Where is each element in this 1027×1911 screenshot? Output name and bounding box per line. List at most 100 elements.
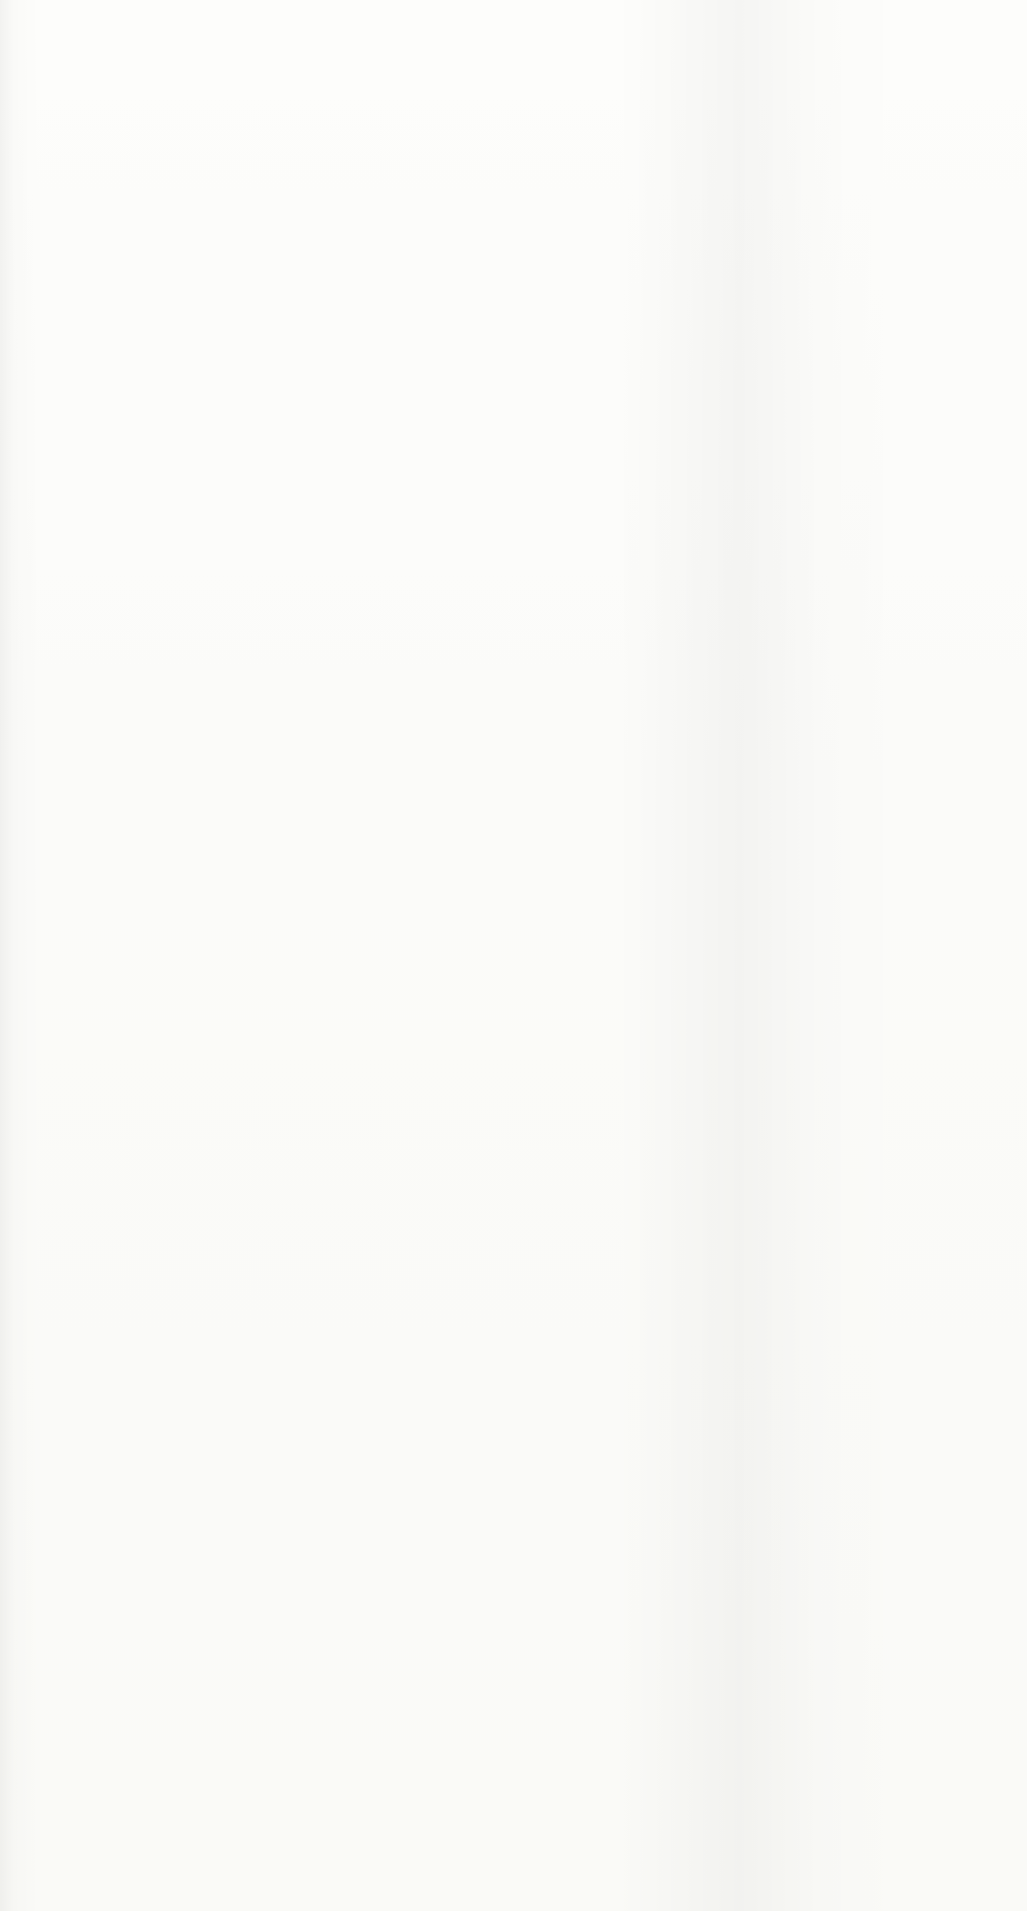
notes-block: Under Voltage Battery Protection: When t… <box>6 228 1020 354</box>
wire-label: Blue <box>550 870 577 885</box>
connector-row: Key or Power Switch Blue & Red Disconnect… <box>7 846 1019 994</box>
wire-label: Orange <box>510 1182 559 1198</box>
title-underline <box>6 46 1020 49</box>
connector-row: Motor Connector Yellow = Positive Blue = N… <box>7 511 1019 671</box>
wire-label: Black <box>562 1047 599 1063</box>
wire-label: Green <box>494 765 539 783</box>
connector-title: Throttle Connector <box>160 689 332 710</box>
spec-label: Conversion Efficiency <box>288 188 488 210</box>
connector-description: Key or Power Switch Blue & Red Disconnect… <box>7 846 486 993</box>
connector-title: Reverse Switch Connector <box>125 1172 367 1193</box>
connector-row: Throttle Connector Requires 3-Wire Standa… <box>7 671 1019 846</box>
wire-label: Gray <box>566 1073 599 1089</box>
mating-connector-item: Mating Connector Item # CNX-50 <box>109 478 383 499</box>
spec-row-divider <box>7 182 1019 183</box>
connector-detail-line: Orange & Blue Connected = Motor Reverse <box>66 1197 426 1218</box>
specifications-table: Speed Controller Wiring Rated Voltage 36 … <box>6 6 1020 282</box>
wire-label: Red <box>509 696 539 714</box>
connector-diagram: Orange Blue To Reverse Switch <box>510 1160 909 1271</box>
mating-connector-item: Mating Connector Item # CNX-51 <box>109 961 383 982</box>
connector-detail-line: Black & Gray Connected = Medium Speed <box>71 1062 421 1083</box>
destination-label: Motor <box>877 565 915 581</box>
braking-heading: Motor Cut-Off During Braking: <box>14 308 280 330</box>
spec-row: Rated Voltage 36 Volts <box>7 51 1019 84</box>
spec-value: 36 Volts <box>505 56 577 78</box>
connector-detail-line: Requires 3-Wire Standard Throttle <box>105 714 387 735</box>
connector-title: Brake Switch Connector <box>136 1332 356 1353</box>
connection-requirement-caption: ~Optional Connection <box>663 1285 842 1306</box>
wire-label: Yellow <box>519 1380 561 1396</box>
wire-label: Black <box>502 413 541 430</box>
diagram-area: Black Yellow To Brake Lever Switch <box>486 1314 1019 1444</box>
destination-label: Pack <box>895 419 930 436</box>
connector-table: *Power Connector Red = Positive Black = Ne… <box>6 340 1020 1744</box>
destination-label: To <box>895 373 912 390</box>
diagram-area: Blue Red To Key or Power Switch <box>486 846 1019 965</box>
spec-row: Rated For Chargers Up To 3 Amps <box>7 150 1019 183</box>
connector-detail-line: Blue & Red Disconnected = Power Off <box>89 889 403 910</box>
connection-requirement-caption: Optional Connection <box>668 1125 837 1146</box>
connector-detail-line: Green = 1-4 Volts Output <box>143 789 349 810</box>
connector-title: Motor Connector <box>169 529 323 550</box>
mating-connector-item: Mating Connector Item # CNX-51 <box>109 1281 383 1302</box>
spec-value: 95% <box>505 188 544 210</box>
spec-value: Up To 3 Amps <box>505 155 631 177</box>
connection-requirement-caption: Required Connection <box>665 642 840 663</box>
connection-requirement-caption: Required Connection <box>665 817 840 838</box>
wire-label: Blue <box>529 1221 559 1237</box>
connector-diagram: Black Yellow To Brake Lever Switch <box>519 1320 911 1431</box>
connector-description: Throttle Connector Requires 3-Wire Standa… <box>7 671 486 845</box>
connector-title: Key or Power Switch <box>152 864 340 885</box>
connector-diagram: Red Black To Battery Pack <box>502 351 946 445</box>
spec-value: 25 Amps <box>505 122 584 144</box>
connector-diagram: Yellow Blue To Motor <box>512 511 915 628</box>
page-title: Speed Controller Wiring <box>396 16 630 38</box>
destination-label: Switch <box>845 913 885 928</box>
diagram-area: Orange Blue To Reverse Switch <box>486 1154 1019 1285</box>
connector-row: *Power Connector Red = Positive Black = Ne… <box>7 341 1019 511</box>
spec-row-divider <box>7 149 1019 150</box>
under-voltage-heading: Under Voltage Battery Protection: <box>14 235 310 256</box>
connector-detail-line: Yellow = Positive <box>176 554 316 575</box>
connector-row: Speed Selection Switch Connector All Wire… <box>7 994 1019 1154</box>
connector-diagram: Blue Red To Key or Power Switch <box>550 851 899 953</box>
wire-label: Yellow <box>512 548 555 564</box>
connector-detail-line: Black & Yellow Connected = Motor Off <box>89 1357 403 1378</box>
spec-row: Maximum Current 25 Amps <box>7 117 1019 150</box>
spec-row-divider <box>7 83 1019 84</box>
destination-label: Selection <box>846 1037 907 1053</box>
connector-diagram-cell: Orange Blue To Reverse Switch ~Optional Conne… <box>486 1154 1019 1313</box>
mating-connector-item: Mating Connector Item # CNX-52 <box>109 822 383 843</box>
connector-title: Speed Selection Switch Connector <box>89 1012 403 1033</box>
destination-label: To Key <box>845 875 886 890</box>
connector-title: *Power Connector <box>163 359 329 380</box>
diagram-area: Yellow Blue To Motor <box>486 511 1019 642</box>
connector-detail-line: Red = Positive <box>186 384 306 405</box>
document-sheet: Speed Controller Wiring Rated Voltage 36 … <box>0 0 1027 1911</box>
connector-detail-line: Black = Ground <box>181 764 311 785</box>
connector-diagram-cell: Red Black Green To Throttle Required Connecti… <box>486 671 1019 845</box>
spec-row: Rated For Motors Up To 500 Watts <box>7 84 1019 117</box>
connector-description: Speed Selection Switch Connector All Wire… <box>7 994 486 1153</box>
connector-diagram-cell: Yellow Blue To Motor Required Connection <box>486 511 1019 670</box>
connector-detail-line: All Wires Disconnected = High Speed <box>92 1037 400 1058</box>
footer-note-line: *Fuse or circuit breaker protection is r… <box>14 1776 743 1797</box>
wire-label: Red <box>552 906 577 921</box>
connector-detail-line: Red = + 5 Volts Input <box>159 739 333 760</box>
destination-label: or Power <box>845 894 899 909</box>
connector-description: Reverse Switch Connector Orange & Blue Co… <box>7 1154 486 1313</box>
diagram-area: Red Black Green To Throttle <box>486 671 1019 817</box>
connector-diagram: Brown Black Gray To Speed Selection Switch <box>556 996 909 1116</box>
connector-description: Brake Switch Connector Black & Yellow Con… <box>7 1314 486 1472</box>
spec-row-divider <box>7 116 1019 117</box>
connection-requirement-caption: ~Optional Connection <box>663 1444 842 1465</box>
spec-label: Maximum Current <box>326 122 488 144</box>
connector-diagram-cell: Blue Red To Key or Power Switch Required Conn… <box>486 846 1019 993</box>
connector-diagram-cell: Brown Black Gray To Speed Selection Switch Opt… <box>486 994 1019 1153</box>
destination-label: To <box>864 713 881 731</box>
spec-label: Rated For Motors <box>330 89 488 111</box>
mating-connector-item: Mating Connector Item # CNX-52 <box>109 1121 383 1142</box>
destination-label: Battery <box>895 396 946 413</box>
destination-label: To Brake <box>853 1347 911 1363</box>
connector-detail-line: Blue & Red Connected = Power On <box>100 914 392 935</box>
